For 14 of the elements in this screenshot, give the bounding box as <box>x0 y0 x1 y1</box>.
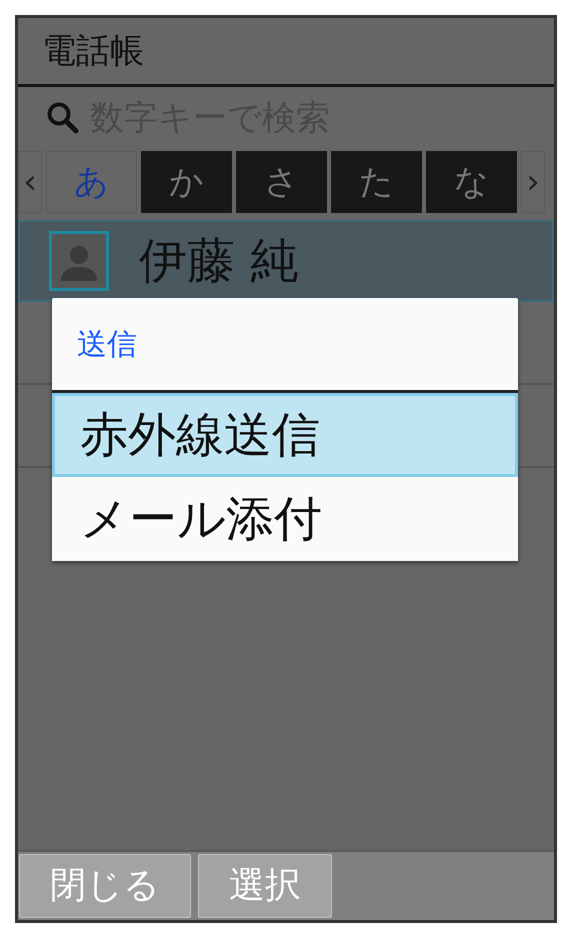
dialog-title: 送信 <box>77 326 137 364</box>
index-tab[interactable]: た <box>331 151 422 213</box>
contact-row[interactable]: 伊藤 純 <box>18 220 554 302</box>
contact-name: 伊藤 純 <box>139 232 298 291</box>
menu-item[interactable]: 赤外線送信 <box>52 393 518 477</box>
search-icon <box>46 101 80 135</box>
index-tab[interactable]: さ <box>236 151 327 213</box>
screen-title: 電話帳 <box>42 30 144 72</box>
index-tab[interactable]: な <box>426 151 517 213</box>
softkey[interactable]: 閉じる <box>19 854 191 918</box>
index-tab[interactable]: か <box>141 151 232 213</box>
avatar-icon <box>49 231 109 291</box>
menu-item[interactable]: メール添付 <box>52 477 518 561</box>
softkey[interactable]: 選択 <box>198 854 332 918</box>
